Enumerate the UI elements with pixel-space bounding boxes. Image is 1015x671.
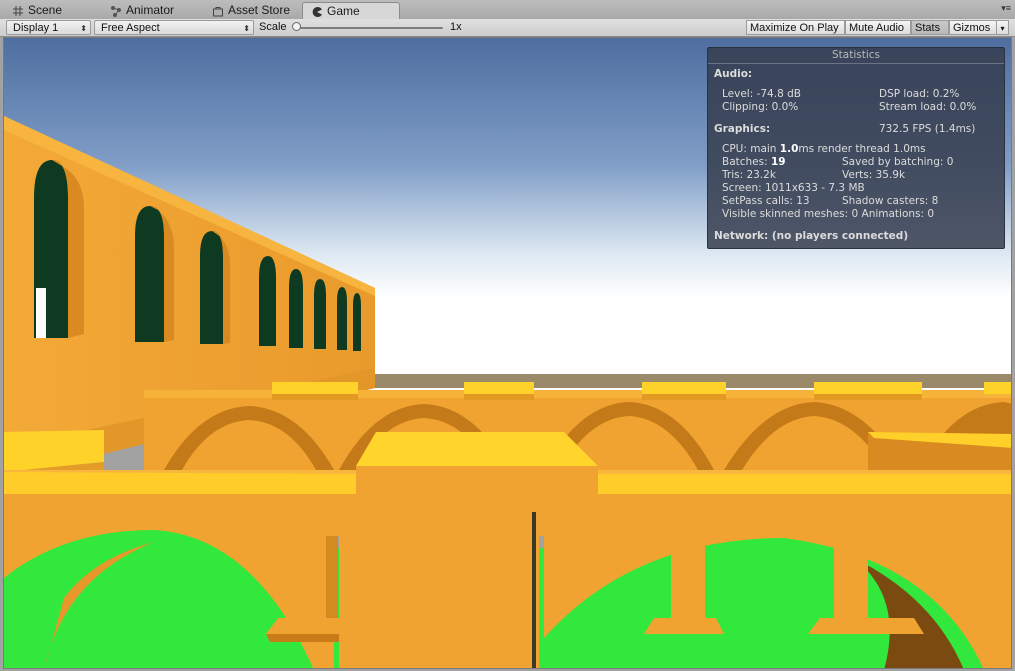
- context-menu-icon[interactable]: ▾≡: [1001, 3, 1011, 14]
- batches-prefix: Batches:: [722, 156, 771, 168]
- cpu-suffix: ms render thread 1.0ms: [798, 143, 926, 155]
- stream-load: Stream load: 0.0%: [879, 101, 977, 113]
- skinned-meshes-stats: Visible skinned meshes: 0 Animations: 0: [722, 208, 935, 220]
- cpu-stats: CPU: main 1.0ms render thread 1.0ms: [722, 143, 926, 155]
- statistics-title: Statistics: [832, 49, 880, 61]
- verts-stats: Verts: 35.9k: [842, 169, 906, 181]
- display-dropdown-value: Display 1: [13, 22, 59, 34]
- game-toolbar: Display 1 ⬍ Free Aspect ⬍ Scale 1x Maxim…: [0, 19, 1015, 37]
- dsp-load: DSP load: 0.2%: [879, 88, 960, 100]
- setpass-stats: SetPass calls: 13: [722, 195, 810, 207]
- tab-scene-label: Scene: [28, 3, 63, 17]
- tab-asset-store-label: Asset Store: [228, 3, 291, 17]
- animator-icon: [110, 5, 122, 17]
- screen-stats: Screen: 1011x633 - 7.3 MB: [722, 182, 865, 194]
- tris-stats: Tris: 23.2k: [722, 169, 776, 181]
- graphics-header: Graphics:: [714, 123, 771, 135]
- stats-button[interactable]: Stats: [911, 20, 949, 35]
- scale-label: Scale: [259, 21, 287, 33]
- saved-by-batching: Saved by batching: 0: [842, 156, 954, 168]
- audio-level: Level: -74.8 dB: [722, 88, 801, 100]
- pacman-icon: [311, 6, 323, 18]
- tab-asset-store[interactable]: Asset Store: [204, 2, 300, 19]
- display-dropdown[interactable]: Display 1 ⬍: [6, 20, 91, 35]
- shadow-casters: Shadow casters: 8: [842, 195, 939, 207]
- aspect-dropdown[interactable]: Free Aspect ⬍: [94, 20, 254, 35]
- scale-value: 1x: [450, 21, 462, 33]
- batches-value: 19: [771, 156, 786, 168]
- cpu-main-value: 1.0: [779, 143, 799, 155]
- tab-game-label: Game: [327, 4, 360, 18]
- shopping-bag-icon: [212, 5, 224, 17]
- gizmos-button[interactable]: Gizmos: [949, 20, 997, 35]
- scale-slider-handle[interactable]: [292, 22, 301, 31]
- scale-slider-track[interactable]: [297, 27, 443, 29]
- dropdown-arrows-icon: ⬍: [243, 24, 250, 33]
- audio-clipping: Clipping: 0.0%: [722, 101, 799, 113]
- cpu-prefix: CPU: main: [722, 143, 780, 155]
- maximize-on-play-button[interactable]: Maximize On Play: [746, 20, 845, 35]
- gizmos-dropdown-arrow[interactable]: ▾: [996, 20, 1009, 35]
- batches-stats: Batches: 19: [722, 156, 786, 168]
- aspect-dropdown-value: Free Aspect: [101, 22, 160, 34]
- tab-scene[interactable]: Scene: [4, 2, 72, 19]
- mute-audio-button[interactable]: Mute Audio: [845, 20, 911, 35]
- statistics-panel: Statistics Audio: Level: -74.8 dB DSP lo…: [707, 47, 1005, 249]
- tab-game[interactable]: Game: [302, 2, 400, 20]
- audio-header: Audio:: [714, 68, 753, 80]
- statistics-divider: [708, 63, 1004, 64]
- tab-animator-label: Animator: [126, 3, 175, 17]
- editor-tab-bar: Scene Animator Asset Store Game ▾≡: [0, 0, 1015, 20]
- tab-animator[interactable]: Animator: [102, 2, 184, 19]
- grid-icon: [12, 5, 24, 17]
- network-status: Network: (no players connected): [714, 230, 909, 242]
- fps-readout: 732.5 FPS (1.4ms): [879, 123, 976, 135]
- dropdown-arrows-icon: ⬍: [80, 24, 87, 33]
